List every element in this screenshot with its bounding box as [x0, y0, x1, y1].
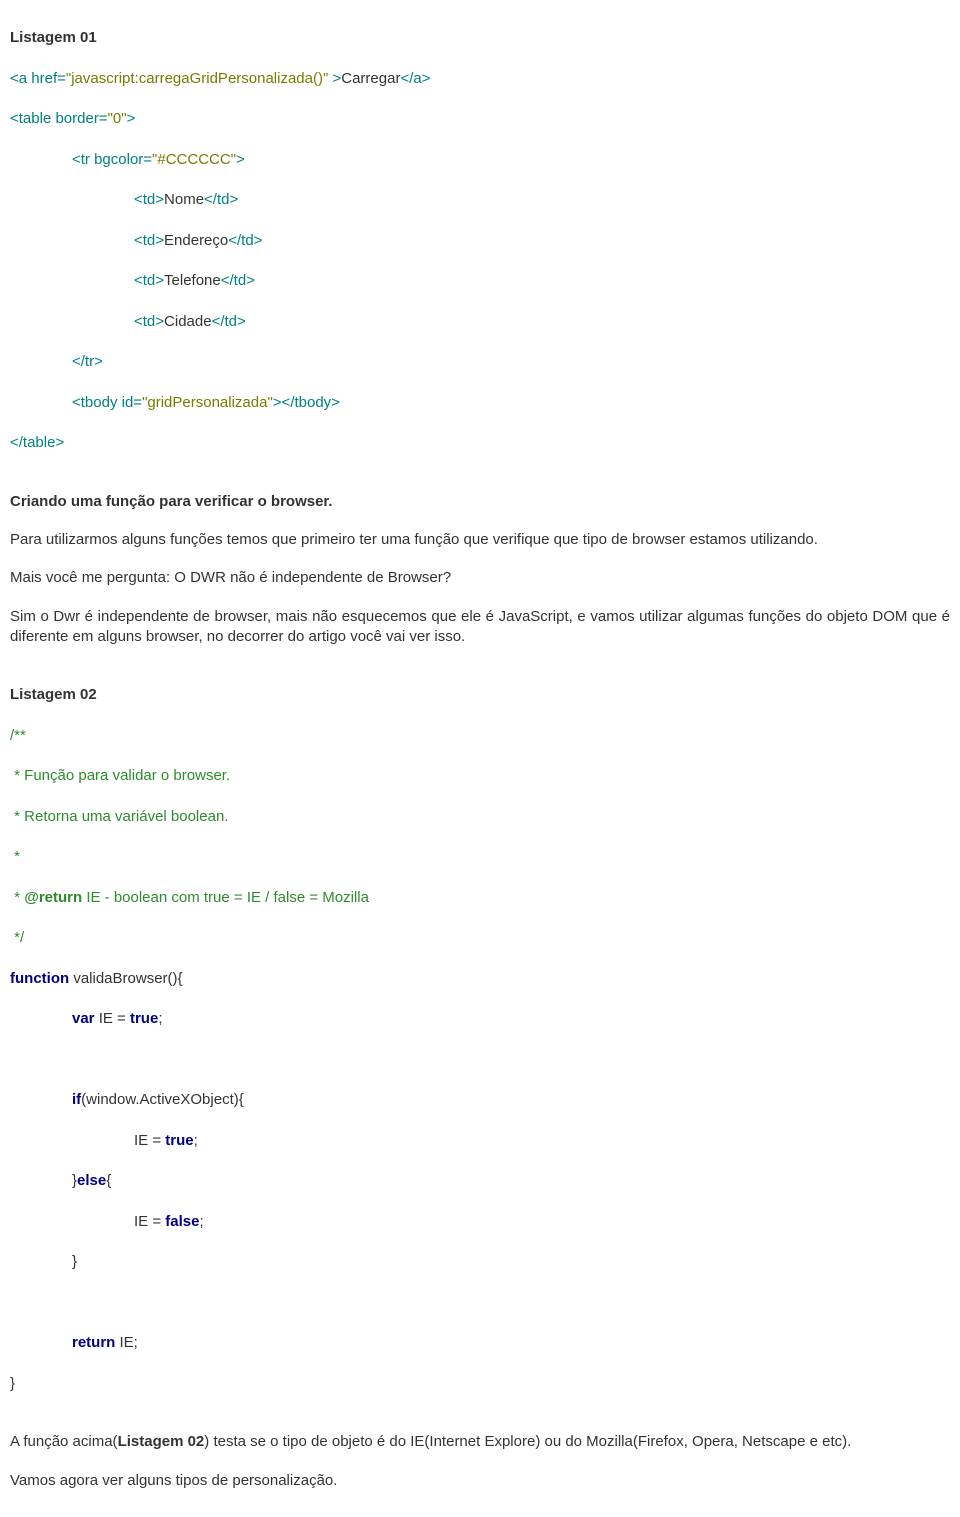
code-line: <tbody id="gridPersonalizada"></tbody> [10, 393, 950, 413]
paragraph: Para utilizarmos alguns funções temos qu… [10, 530, 950, 550]
listing2-title: Listagem 02 [10, 685, 950, 705]
code-line: * Função para validar o browser. [10, 766, 950, 786]
code-line: </table> [10, 433, 950, 453]
listing1-title: Listagem 01 [10, 28, 950, 48]
code-line: var IE = true; [10, 1009, 950, 1029]
section-heading: Criando uma função para verificar o brow… [10, 492, 950, 512]
code-line: IE = true; [10, 1131, 950, 1151]
code-line: function validaBrowser(){ [10, 969, 950, 989]
paragraph: A função acima(Listagem 02) testa se o t… [10, 1432, 950, 1452]
code-line: }else{ [10, 1171, 950, 1191]
code-line: * @return IE - boolean com true = IE / f… [10, 888, 950, 908]
code-line: } [10, 1252, 950, 1272]
code-line: </tr> [10, 352, 950, 372]
code-line: <table border="0"> [10, 109, 950, 129]
code-line: * [10, 847, 950, 867]
code-line: if(window.ActiveXObject){ [10, 1090, 950, 1110]
code-line: <td>Nome</td> [10, 190, 950, 210]
code-line: * Retorna uma variável boolean. [10, 807, 950, 827]
code-line: return IE; [10, 1333, 950, 1353]
code-line: /** [10, 726, 950, 746]
code-line: */ [10, 928, 950, 948]
code-line: <td>Cidade</td> [10, 312, 950, 332]
code-line: <td>Endereço</td> [10, 231, 950, 251]
paragraph: Vamos agora ver alguns tipos de personal… [10, 1471, 950, 1491]
code-line: IE = false; [10, 1212, 950, 1232]
code-line: <a href="javascript:carregaGridPersonali… [10, 69, 950, 89]
code-line: <tr bgcolor="#CCCCCC"> [10, 150, 950, 170]
paragraph: Mais você me pergunta: O DWR não é indep… [10, 568, 950, 588]
paragraph: Sim o Dwr é independente de browser, mai… [10, 607, 950, 648]
code-line: <td>Telefone</td> [10, 271, 950, 291]
code-line: } [10, 1374, 950, 1394]
